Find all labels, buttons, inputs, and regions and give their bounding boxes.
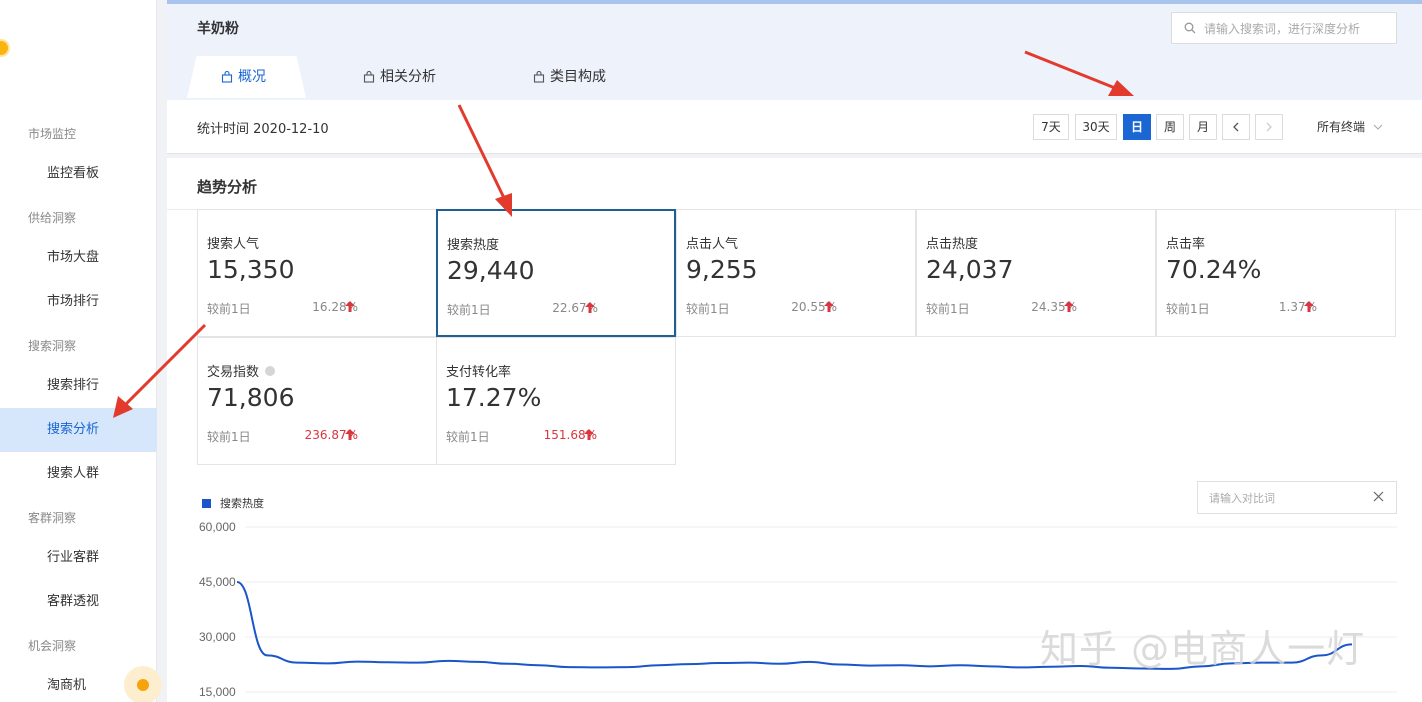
metric-compare-label: 较前1日 (686, 302, 730, 316)
sidebar-item-customer-perspective[interactable]: 客群透视 (0, 580, 157, 624)
legend-label: 搜索热度 (220, 497, 264, 510)
sidebar-item-search-crowd[interactable]: 搜索人群 (0, 452, 157, 496)
tab-category-composition-label: 类目构成 (550, 69, 606, 85)
arrow-up-icon (584, 429, 594, 440)
metric-card-click-heat[interactable]: 点击热度 24,037 较前1日 24.35% (916, 209, 1156, 337)
search-placeholder: 请输入搜索词，进行深度分析 (1204, 21, 1361, 36)
metric-compare-label: 较前1日 (447, 303, 491, 317)
sidebar-item-search-ranking[interactable]: 搜索排行 (0, 364, 157, 408)
compare-word-input[interactable]: 请输入对比词 (1197, 481, 1397, 514)
prev-date-button[interactable] (1222, 114, 1250, 140)
arrow-up-icon (824, 301, 834, 312)
arrow-up-icon (345, 429, 355, 440)
info-icon[interactable] (265, 365, 276, 376)
metric-label: 点击人气 (686, 237, 739, 252)
stat-time: 统计时间 2020-12-10 (197, 122, 329, 137)
sidebar: 市场监控 监控看板 供给洞察 市场大盘 市场排行 搜索洞察 搜索排行 搜索分析 … (0, 0, 157, 702)
chevron-left-icon (1233, 122, 1239, 132)
metric-card-click-popularity[interactable]: 点击人气 9,255 较前1日 20.55% (676, 209, 916, 337)
legend-swatch (202, 498, 211, 508)
y-tick-label: 30,000 (199, 630, 236, 644)
metric-card-payment-conversion[interactable]: 支付转化率 17.27% 较前1日 151.68% (436, 337, 676, 465)
metric-value: 24,037 (926, 255, 1014, 284)
shopping-bag-icon (363, 71, 375, 83)
assistant-float-icon[interactable] (124, 666, 162, 702)
metric-value: 70.24% (1166, 255, 1262, 284)
metric-value: 15,350 (207, 255, 295, 284)
shopping-bag-icon (533, 71, 545, 83)
metric-card-click-rate[interactable]: 点击率 70.24% 较前1日 1.37% (1156, 209, 1396, 337)
metric-value: 71,806 (207, 383, 295, 412)
watermark: 知乎 @电商人一灯 (1040, 627, 1366, 671)
sidebar-item-industry-customers[interactable]: 行业客群 (0, 536, 157, 580)
tab-overview-label: 概况 (238, 69, 266, 85)
metric-value: 29,440 (447, 256, 535, 285)
range-7d-button[interactable]: 7天 (1033, 114, 1069, 140)
terminal-select-value: 所有终端 (1317, 120, 1366, 134)
range-week-button[interactable]: 周 (1156, 114, 1184, 140)
tab-related-analysis[interactable]: 相关分析 (363, 56, 436, 98)
metric-compare-label: 较前1日 (207, 430, 251, 444)
metric-label: 支付转化率 (446, 365, 512, 380)
sidebar-item-market-ranking[interactable]: 市场排行 (0, 280, 157, 324)
sidebar-item-market-overview[interactable]: 市场大盘 (0, 236, 157, 280)
sidebar-group-opportunity-insight: 机会洞察 (28, 639, 77, 653)
terminal-select[interactable]: 所有终端 (1317, 118, 1383, 135)
trend-line-chart[interactable]: 60,000 45,000 30,000 15,000 (167, 513, 1422, 702)
deep-analysis-search-input[interactable]: 请输入搜索词，进行深度分析 (1171, 12, 1397, 44)
notification-badge[interactable] (0, 39, 10, 57)
y-tick-label: 15,000 (199, 685, 236, 699)
arrow-up-icon (345, 301, 355, 312)
range-30d-button[interactable]: 30天 (1075, 114, 1117, 140)
metric-value: 9,255 (686, 255, 758, 284)
arrow-up-icon (1304, 301, 1314, 312)
tab-category-composition[interactable]: 类目构成 (533, 56, 606, 98)
y-tick-label: 60,000 (199, 520, 236, 534)
sidebar-item-monitor-board[interactable]: 监控看板 (0, 152, 157, 196)
compare-placeholder: 请输入对比词 (1209, 491, 1275, 505)
metric-label: 搜索热度 (447, 238, 500, 253)
keyword-header: 羊奶粉 请输入搜索词，进行深度分析 概况 相关分析 类目构成 统计时间 2020… (167, 0, 1422, 154)
range-month-button[interactable]: 月 (1189, 114, 1217, 140)
sidebar-group-market-monitor: 市场监控 (28, 127, 77, 141)
metric-label: 点击热度 (926, 237, 979, 252)
chart-legend[interactable]: 搜索热度 (202, 495, 264, 511)
metric-value: 17.27% (446, 383, 542, 412)
next-date-button[interactable] (1255, 114, 1283, 140)
date-toolbar: 统计时间 2020-12-10 7天 30天 日 周 月 所有终端 (167, 100, 1422, 154)
metric-compare-label: 较前1日 (1166, 302, 1210, 316)
metric-card-trade-index[interactable]: 交易指数 71,806 较前1日 236.87% (197, 337, 437, 465)
sidebar-group-supply-insight: 供给洞察 (28, 211, 77, 225)
metric-label: 搜索人气 (207, 237, 260, 252)
tab-overview[interactable]: 概况 (187, 56, 306, 98)
metric-label: 点击率 (1166, 237, 1206, 252)
chevron-down-icon (1373, 124, 1383, 130)
sidebar-group-customer-insight: 客群洞察 (28, 511, 77, 525)
sidebar-group-search-insight: 搜索洞察 (28, 339, 77, 353)
arrow-up-icon (585, 302, 595, 313)
arrow-up-icon (1064, 301, 1074, 312)
metric-compare-label: 较前1日 (446, 430, 490, 444)
tab-related-analysis-label: 相关分析 (380, 69, 436, 85)
section-title: 趋势分析 (197, 178, 258, 196)
y-tick-label: 45,000 (199, 575, 236, 589)
shopping-bag-icon (221, 71, 233, 83)
metric-card-search-heat[interactable]: 搜索热度 29,440 较前1日 22.67% (436, 209, 676, 337)
metric-compare-label: 较前1日 (207, 302, 251, 316)
range-day-button[interactable]: 日 (1123, 114, 1151, 140)
sidebar-item-search-analysis[interactable]: 搜索分析 (0, 408, 157, 452)
metric-card-search-popularity[interactable]: 搜索人气 15,350 较前1日 16.28% (197, 209, 437, 337)
metric-compare-label: 较前1日 (926, 302, 970, 316)
metric-label-text: 交易指数 (207, 365, 260, 380)
close-icon[interactable] (1373, 491, 1384, 502)
metric-label: 交易指数 (207, 361, 276, 380)
search-icon (1184, 22, 1196, 34)
chevron-right-icon (1266, 122, 1272, 132)
keyword-title: 羊奶粉 (197, 21, 239, 37)
